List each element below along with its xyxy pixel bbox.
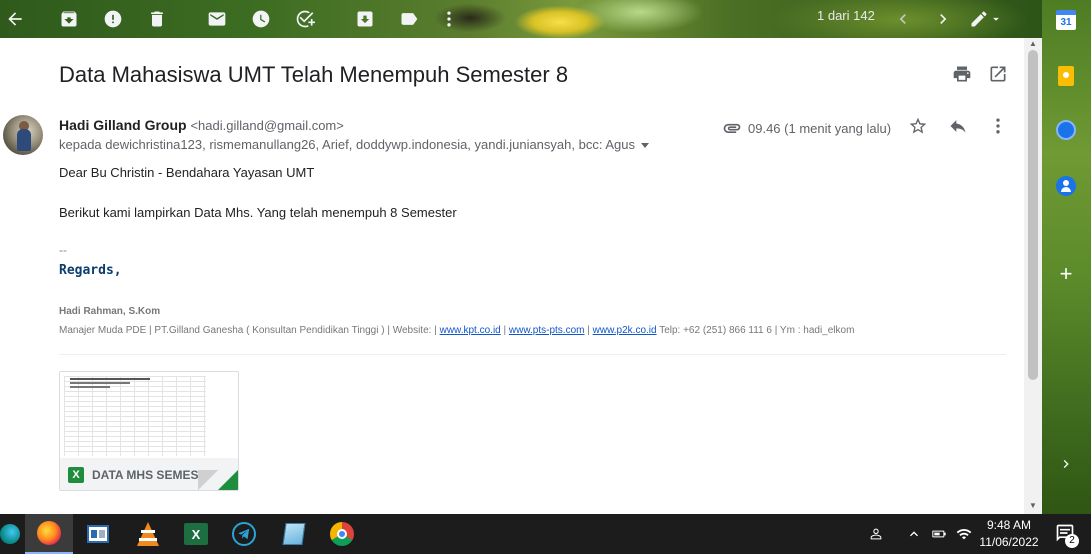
link-pts[interactable]: www.pts-pts.com [509,325,585,336]
sheets-corner-icon [218,470,238,490]
sender-name[interactable]: Hadi Gilland Group [59,117,187,133]
sender-line: Hadi Gilland Group <hadi.gilland@gmail.c… [59,117,344,133]
signature-suffix: Telp: +62 (251) 866 111 6 | Ym : hadi_el… [659,325,855,336]
scroll-up-arrow-icon[interactable]: ▲ [1028,40,1038,48]
excel-file-icon: X [68,466,84,483]
sender-avatar[interactable] [3,115,43,155]
link-p2k[interactable]: www.p2k.co.id [593,325,657,336]
signature-details: Manajer Muda PDE | PT.Gilland Ganesha ( … [59,325,854,336]
attachment-divider [59,354,1006,355]
star-icon[interactable] [906,114,930,138]
reply-icon[interactable] [946,114,970,138]
email-view: Data Mahasiswa UMT Telah Menempuh Semest… [0,38,1024,514]
pagination-text: 1 dari 142 [817,8,875,23]
add-addon-icon[interactable]: + [1054,262,1078,286]
email-subject: Data Mahasiswa UMT Telah Menempuh Semest… [59,62,569,87]
recipients-line[interactable]: kepada dewichristina123, rismemanullang2… [59,137,649,152]
chevron-down-icon[interactable] [988,6,1004,32]
battery-icon[interactable] [929,524,949,544]
attachment-name: DATA MHS SEMES... [92,467,209,482]
more-options-icon[interactable] [986,114,1010,138]
message-text: Berikut kami lampirkan Data Mhs. Yang te… [59,205,457,220]
chevron-right-panel-icon[interactable] [1054,452,1078,476]
side-panel: 31 + [1042,0,1091,514]
gmail-toolbar: 1 dari 142 [0,0,1042,38]
contacts-icon[interactable] [1054,174,1078,198]
vertical-scrollbar[interactable]: ▲ ▼ [1024,38,1042,514]
add-task-icon[interactable] [292,6,318,32]
sender-email: <hadi.gilland@gmail.com> [190,118,344,133]
excel-icon[interactable]: X [172,514,220,554]
move-to-icon[interactable] [352,6,378,32]
print-icon[interactable] [950,62,974,86]
windows-taskbar: X 9:48 AM 11/06/2022 2 [0,514,1091,554]
signature-regards: Regards, [59,263,122,278]
vlc-icon[interactable] [124,514,172,554]
notepad-icon[interactable] [270,514,318,554]
keep-icon[interactable] [1054,64,1078,88]
attachment-card[interactable]: X DATA MHS SEMES... [59,371,239,491]
show-details-caret-icon[interactable] [640,143,649,149]
clock-date: 11/06/2022 [979,535,1039,549]
telegram-icon[interactable] [220,514,268,554]
back-arrow-icon[interactable] [2,6,28,32]
attachment-clip-icon [723,123,741,133]
calendar-date-label: 31 [1056,10,1076,30]
tasks-icon[interactable] [1054,118,1078,142]
email-time: 09.46 (1 menit yang lalu) [748,120,892,136]
link-kpt[interactable]: www.kpt.co.id [440,325,501,336]
time-area: 09.46 (1 menit yang lalu) [722,118,891,138]
firefox-icon[interactable] [25,514,73,554]
signature-sep2: | [587,325,590,336]
notification-count-badge: 2 [1065,534,1079,548]
snooze-icon[interactable] [248,6,274,32]
wifi-icon[interactable] [954,524,974,544]
people-icon[interactable] [868,524,888,544]
taskbar-clock[interactable]: 9:48 AM 11/06/2022 [978,517,1040,551]
signature-separator: -- [59,243,67,257]
greeting-text: Dear Bu Christin - Bendahara Yayasan UMT [59,165,315,180]
signature-prefix: Manajer Muda PDE | PT.Gilland Ganesha ( … [59,325,437,336]
archive-icon[interactable] [56,6,82,32]
attachment-thumbnail [60,372,238,458]
open-in-new-window-icon[interactable] [986,62,1010,86]
recipients-text: kepada dewichristina123, rismemanullang2… [59,137,635,152]
chevron-left-icon[interactable] [890,6,916,32]
clock-time: 9:48 AM [986,518,1032,532]
delete-icon[interactable] [144,6,170,32]
chevron-right-icon[interactable] [930,6,956,32]
more-vert-icon[interactable] [436,6,462,32]
mark-unread-icon[interactable] [204,6,230,32]
scroll-down-arrow-icon[interactable]: ▼ [1028,502,1038,510]
file-explorer-icon[interactable] [74,514,122,554]
scroll-thumb[interactable] [1028,50,1038,380]
report-spam-icon[interactable] [100,6,126,32]
chrome-icon[interactable] [318,514,366,554]
signature-name: Hadi Rahman, S.Kom [59,306,161,317]
signature-sep1: | [503,325,507,336]
calendar-icon[interactable]: 31 [1054,8,1078,32]
label-icon[interactable] [396,6,422,32]
show-hidden-icons-icon[interactable] [904,524,924,544]
